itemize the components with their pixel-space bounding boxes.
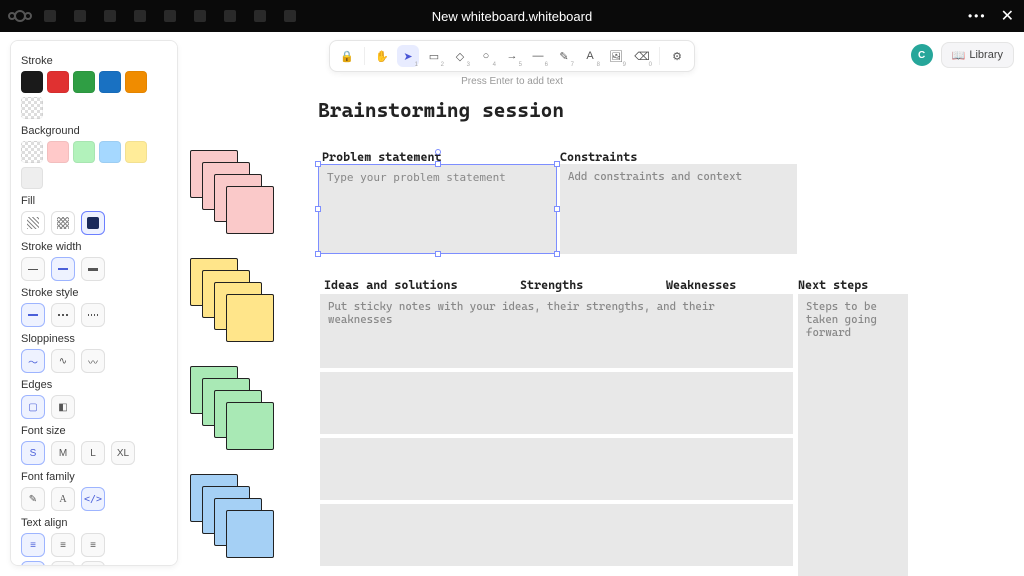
bg-custom-swatch[interactable] (21, 167, 43, 189)
font-family-row: ✎ A </> (21, 487, 167, 511)
background-heading: Background (21, 125, 167, 137)
ideas-label[interactable]: Ideas and solutions (324, 278, 458, 292)
bg-swatch[interactable] (21, 141, 43, 163)
font-size-s[interactable]: S (21, 441, 45, 465)
edges-row: ▢ ◧ (21, 395, 167, 419)
fill-hachure[interactable] (21, 211, 45, 235)
align-center[interactable]: ≡ (51, 533, 75, 557)
text-align-row: ≡ ≡ ≡ (21, 533, 167, 557)
font-hand[interactable]: ✎ (21, 487, 45, 511)
sticky-stack-blue[interactable] (190, 474, 280, 572)
constraints-box[interactable]: Add constraints and context (560, 164, 797, 254)
stroke-custom-swatch[interactable] (21, 97, 43, 119)
slop-cartoonist[interactable]: 〰 (81, 349, 105, 373)
font-code[interactable]: </> (81, 487, 105, 511)
stroke-swatch[interactable] (73, 71, 95, 93)
font-size-m[interactable]: M (51, 441, 75, 465)
edges-sharp[interactable]: ▢ (21, 395, 45, 419)
problem-placeholder[interactable]: Type your problem statement (327, 171, 506, 184)
font-size-heading: Font size (21, 425, 167, 437)
sticky-stack-yellow[interactable] (190, 258, 280, 356)
align-left[interactable]: ≡ (21, 533, 45, 557)
sticky-stack-pink[interactable] (190, 150, 280, 248)
selected-problem-box[interactable]: Type your problem statement (318, 164, 557, 254)
constraints-placeholder: Add constraints and context (568, 170, 742, 183)
top-bar: New whiteboard.whiteboard ••• ✕ (0, 0, 1024, 32)
weaknesses-label[interactable]: Weaknesses (666, 278, 736, 292)
problem-label[interactable]: Problem statement (322, 150, 442, 164)
stroke-color-row (21, 71, 167, 119)
fill-solid[interactable] (81, 211, 105, 235)
stroke-thin[interactable] (21, 257, 45, 281)
edges-round[interactable]: ◧ (51, 395, 75, 419)
strengths-label[interactable]: Strengths (520, 278, 583, 292)
valign-top[interactable]: ⬆ (21, 561, 45, 566)
bg-swatch[interactable] (125, 141, 147, 163)
stroke-width-row (21, 257, 167, 281)
fill-cross[interactable] (51, 211, 75, 235)
stroke-solid[interactable] (21, 303, 45, 327)
next-steps-box[interactable]: Steps to be taken going forward (798, 294, 908, 576)
text-valign-row: ⬆ ↕ ⬇ (21, 561, 167, 566)
fill-row (21, 211, 167, 235)
stroke-swatch[interactable] (21, 71, 43, 93)
stroke-style-row (21, 303, 167, 327)
valign-middle[interactable]: ↕ (51, 561, 75, 566)
ideas-row-2[interactable] (320, 372, 793, 434)
stroke-swatch[interactable] (99, 71, 121, 93)
font-size-l[interactable]: L (81, 441, 105, 465)
slop-artist[interactable]: ∿ (51, 349, 75, 373)
stroke-swatch[interactable] (125, 71, 147, 93)
board-title[interactable]: Brainstorming session (318, 98, 564, 122)
app-logo-area (8, 9, 296, 23)
next-steps-placeholder: Steps to be taken going forward (806, 300, 877, 339)
nextcloud-logo-icon (8, 9, 32, 23)
fill-heading: Fill (21, 195, 167, 207)
more-icon[interactable]: ••• (968, 9, 987, 23)
ideas-row-1[interactable]: Put sticky notes with your ideas, their … (320, 294, 793, 368)
bg-swatch[interactable] (47, 141, 69, 163)
bg-swatch[interactable] (99, 141, 121, 163)
text-align-heading: Text align (21, 517, 167, 529)
stroke-thick[interactable] (81, 257, 105, 281)
ideas-row-3[interactable] (320, 438, 793, 500)
valign-bottom[interactable]: ⬇ (81, 561, 105, 566)
constraints-label[interactable]: Constraints (560, 150, 637, 164)
sloppiness-heading: Sloppiness (21, 333, 167, 345)
next-steps-label[interactable]: Next steps (798, 278, 868, 292)
font-size-row: S M L XL (21, 441, 167, 465)
document-title: New whiteboard.whiteboard (432, 9, 592, 24)
top-nav-icons (44, 10, 296, 22)
bg-swatch[interactable] (73, 141, 95, 163)
stroke-dashed[interactable] (51, 303, 75, 327)
font-normal[interactable]: A (51, 487, 75, 511)
background-color-row (21, 141, 167, 189)
ideas-placeholder: Put sticky notes with your ideas, their … (328, 300, 715, 326)
stroke-swatch[interactable] (47, 71, 69, 93)
font-size-xl[interactable]: XL (111, 441, 135, 465)
sloppiness-row: 〜 ∿ 〰 (21, 349, 167, 373)
stroke-width-heading: Stroke width (21, 241, 167, 253)
properties-panel: Stroke Background Fill Stroke width Stro… (10, 40, 178, 566)
align-right[interactable]: ≡ (81, 533, 105, 557)
sticky-stack-green[interactable] (190, 366, 280, 464)
stroke-style-heading: Stroke style (21, 287, 167, 299)
stroke-medium[interactable] (51, 257, 75, 281)
slop-architect[interactable]: 〜 (21, 349, 45, 373)
edges-heading: Edges (21, 379, 167, 391)
ideas-row-4[interactable] (320, 504, 793, 566)
stroke-heading: Stroke (21, 55, 167, 67)
font-family-heading: Font family (21, 471, 167, 483)
whiteboard-canvas[interactable]: Brainstorming session Problem statement … (184, 38, 1016, 576)
close-icon[interactable]: ✕ (1001, 6, 1014, 26)
stroke-dotted[interactable] (81, 303, 105, 327)
